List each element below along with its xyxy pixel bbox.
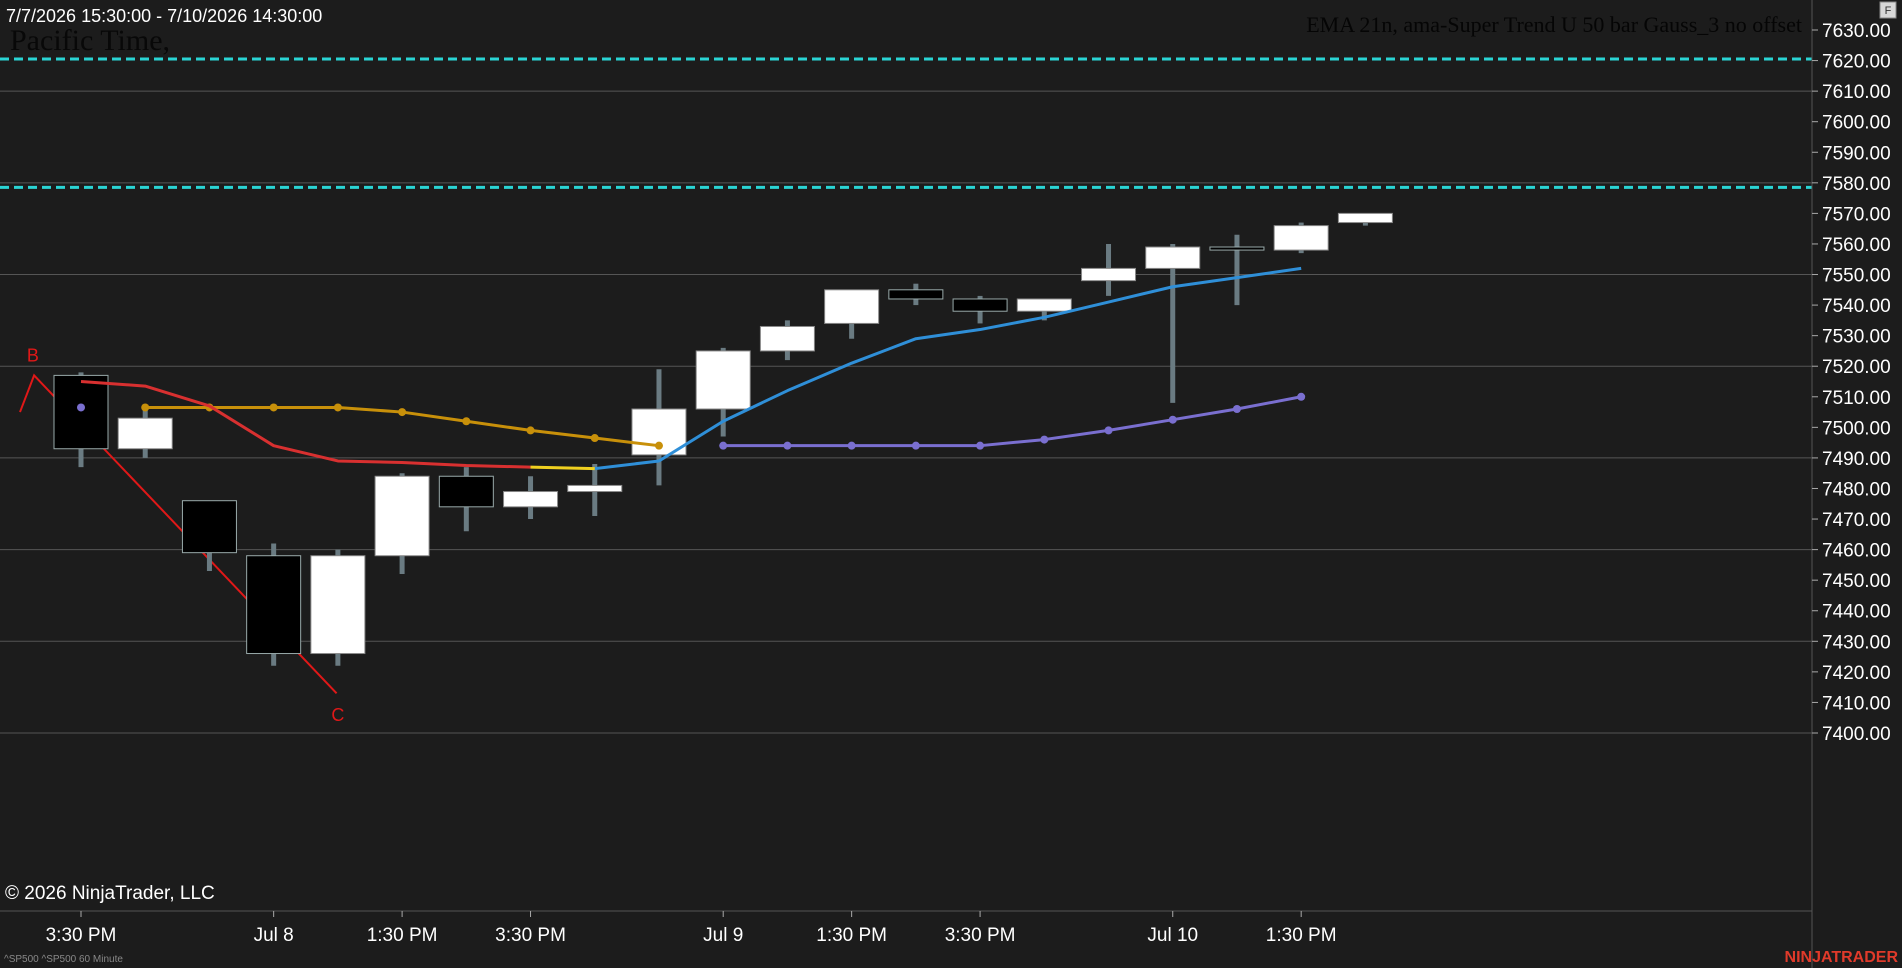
purple-dot bbox=[911, 441, 920, 450]
price-tick-label: 7530.00 bbox=[1822, 327, 1891, 348]
candle-body bbox=[1081, 267, 1137, 282]
orange-dot bbox=[141, 403, 150, 412]
candle-body bbox=[1145, 246, 1201, 269]
price-tick-label: 7440.00 bbox=[1822, 602, 1891, 623]
time-tick-label: 3:30 PM bbox=[945, 925, 1016, 946]
time-tick-label: Jul 10 bbox=[1147, 925, 1198, 946]
time-tick-label: 3:30 PM bbox=[495, 925, 566, 946]
candle-body bbox=[503, 491, 559, 508]
time-tick-label: 1:30 PM bbox=[1266, 925, 1337, 946]
candle-body bbox=[310, 555, 366, 655]
candle-body bbox=[53, 374, 109, 450]
purple-dot bbox=[1297, 392, 1306, 401]
time-tick-label: 1:30 PM bbox=[367, 925, 438, 946]
candle-body bbox=[824, 289, 880, 324]
chart-properties-button[interactable]: F bbox=[1879, 1, 1897, 19]
candle-body bbox=[567, 484, 623, 493]
candle-body bbox=[1337, 212, 1393, 224]
orange-dot bbox=[462, 417, 471, 426]
purple-dot bbox=[719, 441, 728, 450]
price-tick-label: 7470.00 bbox=[1822, 510, 1891, 531]
indicator-label: EMA 21n, ama-Super Trend U 50 bar Gauss_… bbox=[1306, 12, 1802, 37]
zigzag-label: C bbox=[331, 705, 344, 725]
time-tick-label: 1:30 PM bbox=[816, 925, 887, 946]
price-tick-label: 7590.00 bbox=[1822, 143, 1891, 164]
price-tick-label: 7600.00 bbox=[1822, 113, 1891, 134]
candle-body bbox=[695, 350, 751, 410]
candle-body bbox=[438, 475, 494, 508]
properties-button-label: F bbox=[1885, 5, 1892, 17]
copyright-label: © 2026 NinjaTrader, LLC bbox=[5, 883, 215, 904]
candle-body bbox=[1209, 246, 1265, 251]
price-tick-label: 7620.00 bbox=[1822, 52, 1891, 73]
price-tick-label: 7430.00 bbox=[1822, 632, 1891, 653]
time-tick-label: Jul 9 bbox=[703, 925, 743, 946]
candle-body bbox=[374, 475, 430, 557]
yellow-line bbox=[530, 465, 595, 471]
purple-dot bbox=[1040, 435, 1049, 444]
purple-dot bbox=[1232, 405, 1241, 414]
price-tick-label: 7450.00 bbox=[1822, 571, 1891, 592]
orange-dot bbox=[526, 426, 535, 435]
candle-body bbox=[1016, 298, 1072, 312]
price-tick-label: 7570.00 bbox=[1822, 204, 1891, 225]
timezone-label: Pacific Time, bbox=[10, 24, 170, 57]
price-tick-label: 7550.00 bbox=[1822, 266, 1891, 287]
chart-background bbox=[0, 0, 1902, 968]
zigzag-label: B bbox=[27, 346, 39, 366]
price-tick-label: 7490.00 bbox=[1822, 449, 1891, 470]
orange-dot bbox=[654, 441, 663, 450]
price-tick-label: 7410.00 bbox=[1822, 693, 1891, 714]
purple-dot bbox=[783, 441, 792, 450]
purple-dot bbox=[1104, 426, 1113, 435]
price-tick-label: 7560.00 bbox=[1822, 235, 1891, 256]
brand-logo: NINJATRADER bbox=[1785, 949, 1899, 966]
price-tick-label: 7630.00 bbox=[1822, 21, 1891, 42]
orange-dot bbox=[269, 403, 278, 412]
price-tick-label: 7540.00 bbox=[1822, 296, 1891, 317]
price-tick-label: 7500.00 bbox=[1822, 418, 1891, 439]
candle-body bbox=[759, 325, 815, 352]
orange-dot bbox=[333, 403, 342, 412]
candle-body bbox=[181, 500, 237, 554]
time-tick-label: Jul 8 bbox=[254, 925, 294, 946]
purple-dot bbox=[77, 403, 85, 412]
purple-dot bbox=[847, 441, 856, 450]
price-tick-label: 7420.00 bbox=[1822, 663, 1891, 684]
price-tick-label: 7510.00 bbox=[1822, 388, 1891, 409]
price-tick-label: 7610.00 bbox=[1822, 82, 1891, 103]
purple-dot bbox=[1168, 415, 1177, 424]
orange-dot bbox=[590, 434, 599, 443]
orange-dot bbox=[398, 408, 407, 417]
price-tick-label: 7400.00 bbox=[1822, 724, 1891, 745]
candle-body bbox=[888, 289, 944, 300]
instrument-label: ^SP500 ^SP500 60 Minute bbox=[4, 954, 123, 965]
price-tick-label: 7520.00 bbox=[1822, 357, 1891, 378]
candle-body bbox=[246, 555, 302, 655]
price-tick-label: 7580.00 bbox=[1822, 174, 1891, 195]
date-range-label: 7/7/2026 15:30:00 - 7/10/2026 14:30:00 bbox=[6, 6, 322, 26]
candle-body bbox=[117, 417, 173, 450]
price-chart[interactable]: B C 7630.00 7620.00 7610.00 7600.00 7590.00 75… bbox=[0, 0, 1902, 968]
purple-dot bbox=[976, 441, 985, 450]
candle-body bbox=[952, 298, 1008, 312]
price-tick-label: 7480.00 bbox=[1822, 479, 1891, 500]
time-tick-label: 3:30 PM bbox=[46, 925, 117, 946]
candle-body bbox=[1273, 225, 1329, 251]
price-tick-label: 7460.00 bbox=[1822, 541, 1891, 562]
